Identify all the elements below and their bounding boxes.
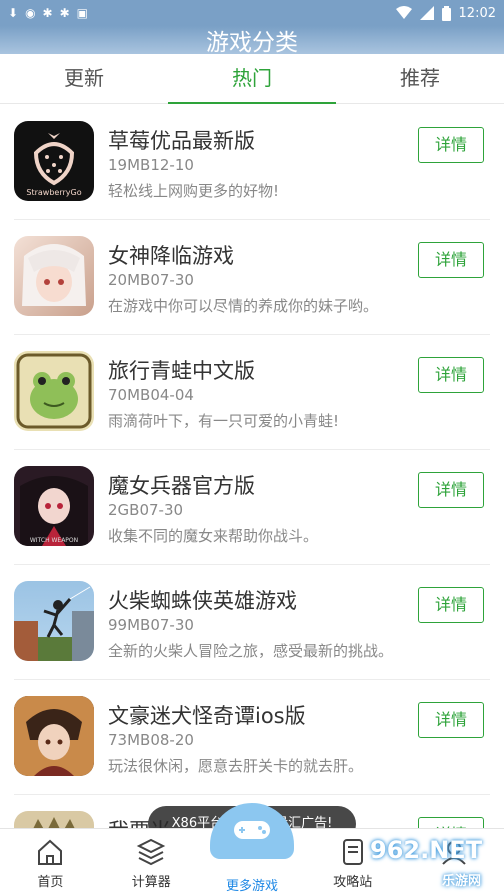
game-list: StrawberryGo 草莓优品最新版 19MB12-10 轻松线上网购更多的… xyxy=(0,105,504,896)
item-meta: 2GB07-30 xyxy=(108,501,184,519)
detail-button[interactable]: 详情 xyxy=(418,587,484,623)
icon-brand-text: WITCH WEAPON xyxy=(30,537,78,544)
nav-more-games-label: 更多游戏 xyxy=(225,879,278,894)
home-icon xyxy=(38,839,63,865)
layers-icon xyxy=(136,838,166,866)
notification-icon: ◉ xyxy=(25,6,36,20)
app-icon-stickman xyxy=(14,581,94,661)
item-desc: 轻松线上网购更多的好物! xyxy=(108,182,280,200)
app-icon-strawberry: StrawberryGo xyxy=(14,121,94,201)
item-desc: 全新的火柴人冒险之旅，感受最新的挑战。 xyxy=(108,642,394,660)
list-item[interactable]: 旅行青蛙中文版 70MB04-04 雨滴荷叶下，有一只可爱的小青蛙! 详情 xyxy=(0,335,504,450)
app-icon-goddess xyxy=(14,236,94,316)
download-icon: ⬇ xyxy=(8,6,19,20)
list-item[interactable]: 文豪迷犬怪奇谭ios版 73MB08-20 玩法很休闲，愿意去肝关卡的就去肝。 … xyxy=(0,680,504,795)
strawberry-icon: StrawberryGo xyxy=(26,133,82,197)
status-icons-right: 12:02 xyxy=(395,5,496,21)
list-item[interactable]: 火柴蜘蛛侠英雄游戏 99MB07-30 全新的火柴人冒险之旅，感受最新的挑战。 … xyxy=(0,565,504,680)
detail-button[interactable]: 详情 xyxy=(418,357,484,393)
app-icon: ▣ xyxy=(76,6,89,20)
status-icons-left: ⬇ ◉ ✱ ✱ ▣ xyxy=(8,7,88,19)
item-desc: 在游戏中你可以尽情的养成你的妹子哟。 xyxy=(108,297,379,315)
tab-hot[interactable]: 热门 xyxy=(168,54,336,104)
book-icon xyxy=(342,839,363,865)
anime-girl-icon xyxy=(22,244,86,306)
item-meta: 19MB12-10 xyxy=(108,156,194,174)
watermark: 962.NET 乐游网 xyxy=(370,836,500,892)
signal-icon xyxy=(419,6,434,20)
watermark-main: 962.NET xyxy=(370,836,483,864)
item-title[interactable]: 魔女兵器官方版 xyxy=(108,470,255,500)
item-title[interactable]: 女神降临游戏 xyxy=(108,240,234,270)
item-desc: 收集不同的魔女来帮助你战斗。 xyxy=(108,527,319,545)
item-desc: 玩法很休闲，愿意去肝关卡的就去肝。 xyxy=(108,757,364,775)
bug-icon: ✱ xyxy=(42,6,53,20)
list-item[interactable]: StrawberryGo 草莓优品最新版 19MB12-10 轻松线上网购更多的… xyxy=(0,105,504,220)
bug-icon: ✱ xyxy=(59,6,70,20)
item-meta: 70MB04-04 xyxy=(108,386,194,404)
detail-button[interactable]: 详情 xyxy=(418,702,484,738)
tab-update[interactable]: 更新 xyxy=(0,54,168,103)
item-meta: 99MB07-30 xyxy=(108,616,194,634)
stickman-icon xyxy=(14,586,94,661)
witch-icon: WITCH WEAPON xyxy=(20,476,88,546)
wifi-icon xyxy=(395,6,412,19)
nav-calculator-label: 计算器 xyxy=(131,875,171,890)
battery-icon xyxy=(441,5,451,21)
frog-icon xyxy=(16,353,92,429)
anime-boy-icon xyxy=(14,696,94,776)
icon-brand-text: StrawberryGo xyxy=(26,188,81,197)
detail-button[interactable]: 详情 xyxy=(418,127,484,163)
nav-home[interactable]: 首页 xyxy=(0,829,101,896)
nav-home-label: 首页 xyxy=(37,875,64,890)
watermark-sub: 乐游网 xyxy=(442,874,482,889)
item-desc: 雨滴荷叶下，有一只可爱的小青蛙! xyxy=(108,412,340,430)
category-tabs: 更新 热门 推荐 xyxy=(0,54,504,104)
item-meta: 20MB07-30 xyxy=(108,271,194,289)
status-bar: ⬇ ◉ ✱ ✱ ▣ 12:02 xyxy=(0,0,504,26)
status-time: 12:02 xyxy=(458,5,496,21)
page-title: 游戏分类 xyxy=(206,30,298,54)
gamepad-icon xyxy=(233,821,270,839)
app-icon-frog xyxy=(14,351,94,431)
item-title[interactable]: 文豪迷犬怪奇谭ios版 xyxy=(108,700,306,730)
item-title[interactable]: 旅行青蛙中文版 xyxy=(108,355,255,385)
list-item[interactable]: WITCH WEAPON 魔女兵器官方版 2GB07-30 收集不同的魔女来帮助… xyxy=(0,450,504,565)
tab-recommend[interactable]: 推荐 xyxy=(336,54,504,103)
nav-more-games[interactable]: 更多游戏 xyxy=(202,803,303,896)
detail-button[interactable]: 详情 xyxy=(418,242,484,278)
item-title[interactable]: 草莓优品最新版 xyxy=(108,125,255,155)
item-title[interactable]: 火柴蜘蛛侠英雄游戏 xyxy=(108,585,297,615)
app-icon-bungo xyxy=(14,696,94,776)
list-item[interactable]: 女神降临游戏 20MB07-30 在游戏中你可以尽情的养成你的妹子哟。 详情 xyxy=(0,220,504,335)
app-icon-witch: WITCH WEAPON xyxy=(14,466,94,546)
nav-calculator[interactable]: 计算器 xyxy=(101,829,202,896)
detail-button[interactable]: 详情 xyxy=(418,472,484,508)
page-header: 游戏分类 xyxy=(0,26,504,54)
item-meta: 73MB08-20 xyxy=(108,731,194,749)
